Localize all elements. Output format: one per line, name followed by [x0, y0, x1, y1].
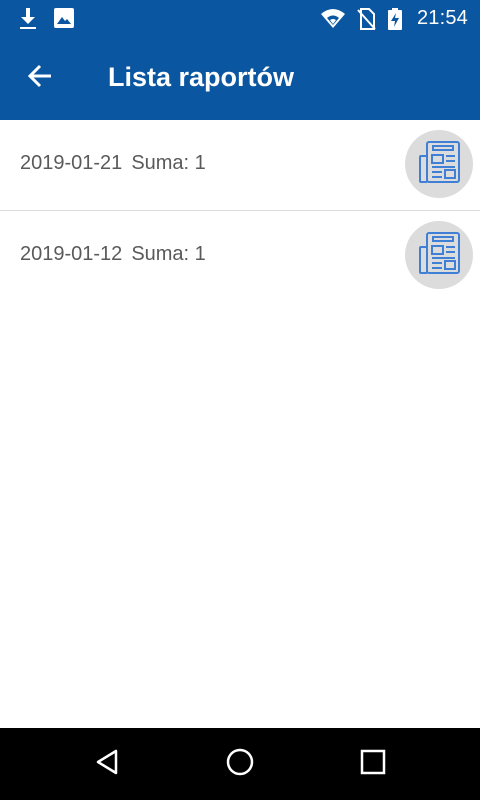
nav-recents-button[interactable]: [343, 740, 403, 788]
report-avatar[interactable]: [405, 130, 473, 198]
report-date: 2019-01-21: [20, 152, 123, 174]
list-item[interactable]: 2019-01-12 Suma: 1: [0, 211, 480, 302]
report-sum: Suma: 1: [131, 152, 206, 174]
report-label: 2019-01-21 Suma: 1: [20, 152, 206, 175]
download-icon: [18, 7, 38, 36]
nav-home-button[interactable]: [210, 740, 270, 788]
app-bar: Lista raportów: [0, 38, 480, 120]
list-item[interactable]: 2019-01-21 Suma: 1: [0, 120, 480, 211]
report-label: 2019-01-12 Suma: 1: [20, 243, 206, 266]
nav-back-button[interactable]: [77, 740, 137, 788]
report-avatar[interactable]: [405, 221, 473, 289]
back-triangle-icon: [93, 748, 121, 781]
page-title: Lista raportów: [108, 62, 295, 92]
home-circle-icon: [225, 747, 255, 782]
report-list: 2019-01-21 Suma: 1 2019-01-12 Suma: 1: [0, 120, 480, 302]
report-document-icon: [417, 231, 461, 280]
battery-charging-icon: [387, 7, 403, 36]
back-button[interactable]: [14, 52, 66, 104]
report-date: 2019-01-12: [20, 243, 123, 265]
wifi-icon: [320, 7, 346, 34]
status-time: 21:54: [416, 7, 468, 29]
no-sim-icon: [356, 7, 376, 36]
report-sum: Suma: 1: [131, 243, 206, 265]
image-icon: [53, 7, 75, 34]
report-document-icon: [417, 140, 461, 189]
recents-square-icon: [360, 749, 386, 780]
status-bar: 21:54: [0, 0, 480, 38]
arrow-back-icon: [27, 64, 53, 93]
navigation-bar: [0, 728, 480, 800]
